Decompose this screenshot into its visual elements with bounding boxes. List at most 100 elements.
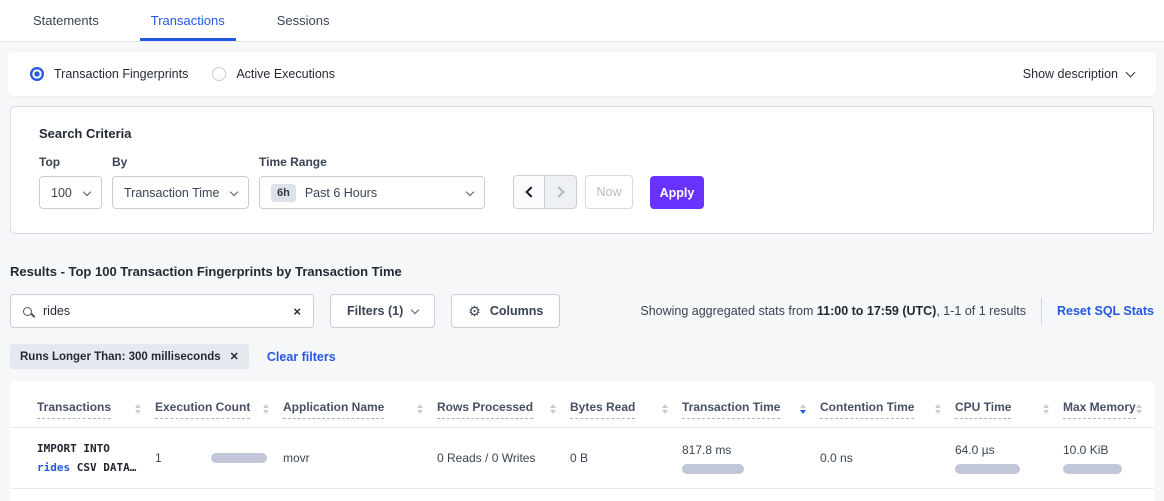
sort-icon[interactable] [1043, 404, 1049, 414]
radio-active-executions[interactable]: Active Executions [212, 67, 335, 81]
sort-icon[interactable] [1136, 404, 1142, 414]
apply-button[interactable]: Apply [650, 176, 704, 209]
columns-button[interactable]: ⚙ Columns [451, 294, 560, 328]
search-input[interactable] [43, 304, 293, 318]
top-select[interactable]: 100 [39, 176, 102, 209]
execution-count-value: 1 [155, 451, 162, 465]
reset-sql-stats-link[interactable]: Reset SQL Stats [1057, 304, 1154, 318]
transaction-statement-line2: rides CSV DATA… [37, 458, 155, 477]
previous-time-window-button[interactable] [514, 176, 545, 208]
column-header-contention-time[interactable]: Contention Time [820, 400, 955, 427]
show-description-label: Show description [1023, 67, 1118, 81]
column-header-application-name[interactable]: Application Name [283, 400, 437, 427]
chevron-down-icon [83, 187, 91, 195]
search-criteria-title: Search Criteria [39, 126, 1125, 141]
sort-icon[interactable] [135, 404, 141, 414]
results-toolbar: × Filters (1) ⚙ Columns Showing aggregat… [10, 294, 1154, 328]
sort-icon[interactable] [417, 404, 423, 414]
vertical-divider [1041, 298, 1042, 325]
tab-statements[interactable]: Statements [22, 1, 110, 41]
radio-unselected-icon [212, 67, 226, 81]
remove-filter-icon[interactable]: ✕ [230, 350, 239, 363]
clear-filters-link[interactable]: Clear filters [267, 350, 336, 364]
sort-icon[interactable] [263, 404, 269, 414]
filter-chip: Runs Longer Than: 300 milliseconds ✕ [10, 344, 249, 369]
search-box: × [10, 294, 314, 328]
column-header-rows-processed[interactable]: Rows Processed [437, 400, 570, 427]
radio-label: Active Executions [236, 67, 335, 81]
time-range-label: Time Range [259, 155, 485, 169]
time-range-field: Time Range 6h Past 6 Hours [259, 155, 485, 209]
show-description-toggle[interactable]: Show description [1023, 67, 1134, 81]
column-header-execution-count[interactable]: Execution Count [155, 400, 283, 427]
transaction-time-bar [682, 464, 744, 474]
stats-time-range: 11:00 to 17:59 (UTC) [817, 304, 936, 318]
results-table: Transactions Execution Count Application… [10, 381, 1154, 501]
radio-label: Transaction Fingerprints [54, 67, 188, 81]
transaction-time-value: 817.8 ms [682, 443, 820, 457]
transaction-link[interactable]: rides [37, 461, 70, 474]
chevron-right-icon [553, 186, 564, 197]
top-label: Top [39, 155, 102, 169]
cpu-time-value: 64.0 µs [955, 443, 1063, 457]
top-value: 100 [51, 186, 72, 200]
sort-icon[interactable] [662, 404, 668, 414]
filter-chip-label: Runs Longer Than: 300 milliseconds [20, 351, 221, 363]
table-row: IMPORT INTO rides CSV DATA… 1 movr 0 Rea… [10, 428, 1154, 489]
page-tabbar: Statements Transactions Sessions [0, 0, 1164, 42]
time-range-select[interactable]: 6h Past 6 Hours [259, 176, 485, 209]
chevron-left-icon [525, 186, 536, 197]
sort-icon-active-desc[interactable] [800, 404, 806, 414]
by-label: By [112, 155, 249, 169]
results-heading: Results - Top 100 Transaction Fingerprin… [10, 264, 1154, 279]
chevron-down-icon [466, 187, 474, 195]
view-toggle-card: Transaction Fingerprints Active Executio… [8, 52, 1156, 96]
by-select[interactable]: Transaction Time [112, 176, 249, 209]
time-range-badge: 6h [271, 184, 296, 202]
transaction-time-cell: 817.8 ms [682, 443, 820, 474]
max-memory-cell: 10.0 KiB [1063, 443, 1148, 474]
bytes-read-cell: 0 B [570, 451, 682, 465]
cpu-time-bar [955, 464, 1020, 474]
clear-search-icon[interactable]: × [293, 305, 301, 318]
by-value: Transaction Time [124, 186, 219, 200]
active-filters-row: Runs Longer Than: 300 milliseconds ✕ Cle… [10, 344, 1154, 369]
max-memory-bar [1063, 464, 1122, 474]
next-time-window-button[interactable] [545, 176, 576, 208]
search-icon [23, 307, 32, 316]
time-window-arrows [513, 175, 577, 209]
column-header-cpu-time[interactable]: CPU Time [955, 400, 1063, 427]
gear-icon: ⚙ [468, 304, 481, 318]
top-field: Top 100 [39, 155, 102, 209]
tab-sessions[interactable]: Sessions [266, 1, 341, 41]
by-field: By Transaction Time [112, 155, 249, 209]
column-header-transaction-time[interactable]: Transaction Time [682, 400, 820, 427]
columns-label: Columns [490, 304, 543, 318]
execution-count-cell: 1 [155, 451, 283, 465]
chevron-down-icon [1126, 67, 1136, 77]
column-header-transactions[interactable]: Transactions [37, 400, 155, 427]
table-header-row: Transactions Execution Count Application… [10, 381, 1154, 428]
rows-processed-cell: 0 Reads / 0 Writes [437, 451, 570, 465]
application-name-cell: movr [283, 451, 437, 465]
cpu-time-cell: 64.0 µs [955, 443, 1063, 474]
column-header-max-memory[interactable]: Max Memory [1063, 400, 1156, 427]
chevron-down-icon [230, 187, 238, 195]
contention-time-cell: 0.0 ns [820, 451, 955, 465]
tab-transactions[interactable]: Transactions [140, 1, 236, 41]
radio-transaction-fingerprints[interactable]: Transaction Fingerprints [30, 67, 188, 81]
max-memory-value: 10.0 KiB [1063, 443, 1148, 457]
radio-selected-icon [30, 67, 44, 81]
time-range-value: Past 6 Hours [305, 186, 377, 200]
execution-count-bar [211, 453, 267, 463]
transaction-statement-line1: IMPORT INTO [37, 439, 155, 458]
filters-button[interactable]: Filters (1) [330, 294, 435, 328]
search-criteria-card: Search Criteria Top 100 By Transaction T… [10, 106, 1154, 234]
transaction-fingerprint-cell: IMPORT INTO rides CSV DATA… [37, 439, 155, 478]
filters-label: Filters (1) [347, 304, 403, 318]
chevron-down-icon [411, 305, 419, 313]
column-header-bytes-read[interactable]: Bytes Read [570, 400, 682, 427]
sort-icon[interactable] [935, 404, 941, 414]
now-button[interactable]: Now [585, 175, 633, 209]
sort-icon[interactable] [550, 404, 556, 414]
